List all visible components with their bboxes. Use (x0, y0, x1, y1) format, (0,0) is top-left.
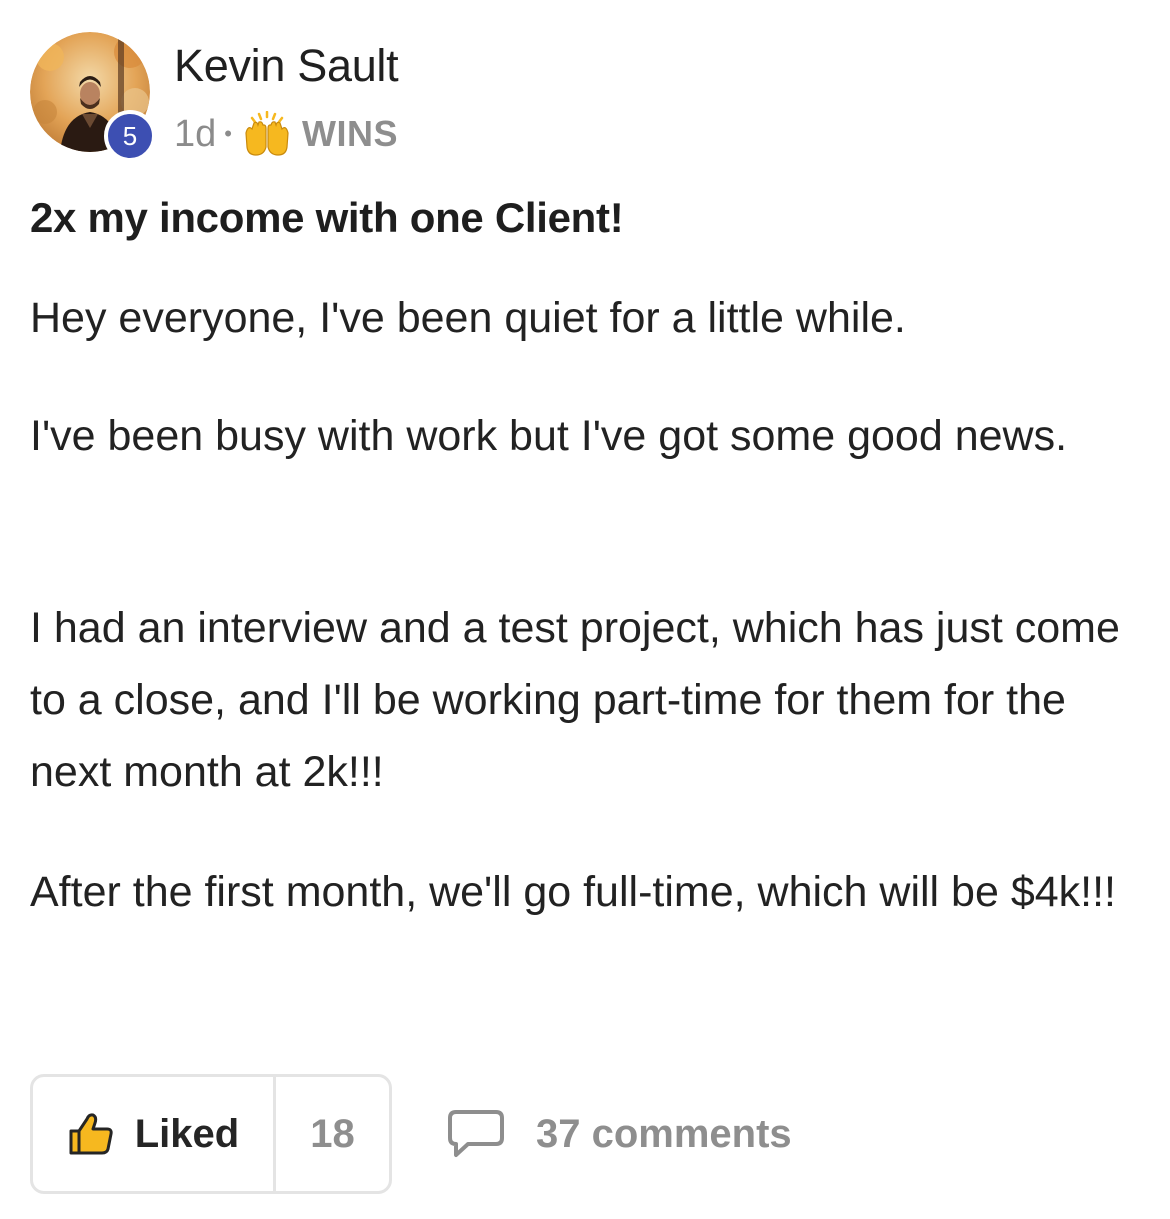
meta-separator: • (224, 121, 232, 146)
speech-bubble-icon (448, 1110, 504, 1157)
author-avatar[interactable]: 5 (30, 32, 156, 162)
author-name[interactable]: Kevin Sault (174, 40, 399, 92)
like-control: Liked 18 (30, 1074, 392, 1194)
post-time: 1d (174, 112, 217, 155)
level-badge: 5 (104, 110, 156, 162)
comments-count-label: 37 comments (536, 1111, 792, 1156)
post-paragraph: I had an interview and a test project, w… (30, 604, 1120, 796)
like-label: Liked (134, 1111, 240, 1156)
raising-hands-emoji-icon (245, 111, 289, 156)
post-paragraph: I've been busy with work but I've got so… (30, 412, 1068, 460)
like-count[interactable]: 18 (276, 1077, 389, 1191)
post-meta: 1d • WINS (174, 110, 398, 158)
comments-button[interactable]: 37 comments (446, 1104, 792, 1164)
like-button[interactable]: Liked (33, 1077, 276, 1191)
post-paragraph: After the first month, we'll go full-tim… (30, 868, 1117, 916)
post-title: 2x my income with one Client! (30, 194, 624, 241)
post-paragraph: Hey everyone, I've been quiet for a litt… (30, 294, 906, 342)
thumbs-up-icon (69, 1113, 113, 1155)
category-label[interactable]: WINS (302, 113, 398, 155)
post-card: 5 Kevin Sault 1d • WINS 2x my income wit… (0, 0, 1170, 1219)
